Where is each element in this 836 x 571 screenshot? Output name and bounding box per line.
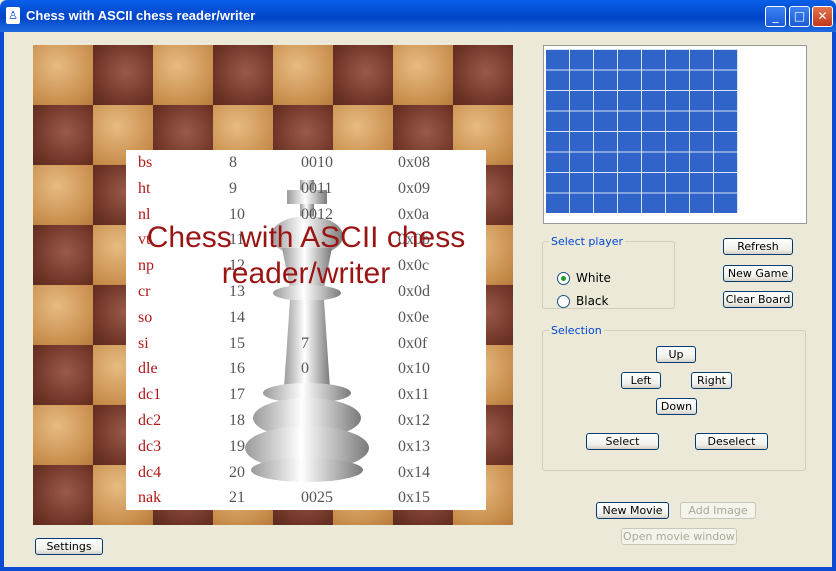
- splash-overlay: bs 8 0010 0x08 ht 9 0011 0x09 nl 10 0012 0x0a vt 11 0x…: [126, 150, 486, 510]
- window-frame-left: [0, 32, 4, 571]
- ascii-cell: 19: [229, 437, 245, 455]
- ascii-row: so 14 0x0e: [126, 305, 486, 331]
- ascii-cell: dc2: [138, 412, 162, 429]
- board-square[interactable]: [213, 45, 273, 105]
- maximize-icon[interactable]: □: [789, 6, 810, 27]
- ascii-cell: 0x0f: [398, 334, 428, 352]
- ascii-cell: 8: [229, 154, 237, 171]
- board-square[interactable]: [153, 45, 213, 105]
- board-square[interactable]: [33, 45, 93, 105]
- board-square[interactable]: [273, 45, 333, 105]
- board-square[interactable]: [33, 105, 93, 165]
- ascii-row: dc3 19 0x13: [126, 434, 486, 460]
- ascii-cell: 0x08: [398, 154, 430, 171]
- ascii-cell: 0011: [301, 179, 333, 197]
- ascii-row: dc1 17 0x11: [126, 382, 486, 408]
- ascii-row: bs 8 0010 0x08: [126, 150, 486, 176]
- ascii-cell: 0: [301, 360, 309, 378]
- board-square[interactable]: [33, 345, 93, 405]
- board-square[interactable]: [333, 45, 393, 105]
- minimize-icon[interactable]: _: [765, 6, 786, 27]
- up-button[interactable]: Up: [656, 346, 696, 363]
- ascii-cell: 0x10: [398, 360, 430, 378]
- board-square[interactable]: [33, 225, 93, 285]
- new-movie-button[interactable]: New Movie: [596, 502, 669, 519]
- right-button[interactable]: Right: [691, 372, 732, 389]
- close-icon[interactable]: ✕: [812, 6, 833, 27]
- selection-legend: Selection: [551, 324, 602, 337]
- new-game-button[interactable]: New Game: [723, 265, 793, 282]
- ascii-cell: so: [138, 308, 153, 326]
- ascii-row: dc4 20 0x14: [126, 460, 486, 486]
- board-square[interactable]: [33, 465, 93, 525]
- settings-button[interactable]: Settings: [35, 538, 103, 555]
- ascii-cell: ht: [138, 179, 151, 197]
- ascii-cell: dle: [138, 360, 158, 378]
- radio-unchecked-icon: [557, 295, 570, 308]
- window-title: Chess with ASCII chess reader/writer: [26, 8, 256, 23]
- board-square[interactable]: [33, 405, 93, 465]
- board-square[interactable]: [393, 45, 453, 105]
- left-button[interactable]: Left: [621, 372, 661, 389]
- ascii-cell: 0025: [301, 489, 333, 507]
- open-movie-window-button[interactable]: Open movie window: [621, 528, 737, 545]
- board-preview: [543, 45, 807, 224]
- ascii-cell: 0x09: [398, 179, 430, 197]
- ascii-row: dc2 18 0x12: [126, 408, 486, 434]
- window-frame-bottom: [0, 567, 836, 571]
- ascii-cell: 0x11: [398, 386, 430, 404]
- ascii-cell: dc1: [138, 386, 162, 404]
- ascii-cell: 0x0e: [398, 308, 430, 326]
- preview-grid: [546, 49, 738, 213]
- ascii-cell: 18: [229, 412, 245, 429]
- ascii-row: nak 21 0025 0x15: [126, 485, 486, 510]
- deselect-button[interactable]: Deselect: [695, 433, 768, 450]
- ascii-cell: 17: [229, 386, 245, 404]
- board-square[interactable]: [453, 45, 513, 105]
- ascii-cell: dc4: [138, 463, 162, 481]
- radio-checked-icon: [557, 272, 570, 285]
- select-player-group: Select player White Black: [542, 235, 675, 309]
- select-button[interactable]: Select: [586, 433, 659, 450]
- add-image-button[interactable]: Add Image: [680, 502, 756, 519]
- select-player-legend: Select player: [551, 235, 624, 248]
- ascii-cell: si: [138, 334, 149, 352]
- board-square[interactable]: [33, 285, 93, 345]
- ascii-cell: 0x14: [398, 463, 430, 481]
- ascii-cell: 0x12: [398, 412, 430, 429]
- ascii-cell: nak: [138, 489, 162, 507]
- ascii-cell: 20: [229, 463, 245, 481]
- ascii-cell: 0x15: [398, 489, 430, 507]
- window-frame-right: [832, 32, 836, 571]
- splash-title: Chess with ASCII chess reader/writer: [146, 221, 466, 290]
- board-square[interactable]: [93, 45, 153, 105]
- ascii-cell: 14: [229, 308, 245, 326]
- ascii-cell: bs: [138, 154, 153, 171]
- board-square[interactable]: [33, 165, 93, 225]
- ascii-row: dle 16 0 0x10: [126, 356, 486, 382]
- ascii-cell: 9: [229, 179, 237, 197]
- ascii-cell: 15: [229, 334, 245, 352]
- ascii-row: si 15 7 0x0f: [126, 331, 486, 357]
- chess-board[interactable]: bs 8 0010 0x08 ht 9 0011 0x09 nl 10 0012 0x0a vt 11 0x…: [33, 45, 513, 525]
- ascii-cell: dc3: [138, 437, 162, 455]
- clear-board-button[interactable]: Clear Board: [723, 291, 793, 308]
- ascii-cell: 16: [229, 360, 245, 378]
- title-bar[interactable]: ♙ Chess with ASCII chess reader/writer _…: [0, 0, 836, 32]
- ascii-cell: 0010: [301, 154, 333, 171]
- refresh-button[interactable]: Refresh: [723, 238, 793, 255]
- ascii-cell: 21: [229, 489, 245, 507]
- ascii-cell: 0x13: [398, 437, 430, 455]
- ascii-cell: 7: [301, 334, 309, 352]
- ascii-row: ht 9 0011 0x09: [126, 176, 486, 202]
- down-button[interactable]: Down: [656, 398, 697, 415]
- chess-pawn-icon: ♙: [6, 7, 20, 24]
